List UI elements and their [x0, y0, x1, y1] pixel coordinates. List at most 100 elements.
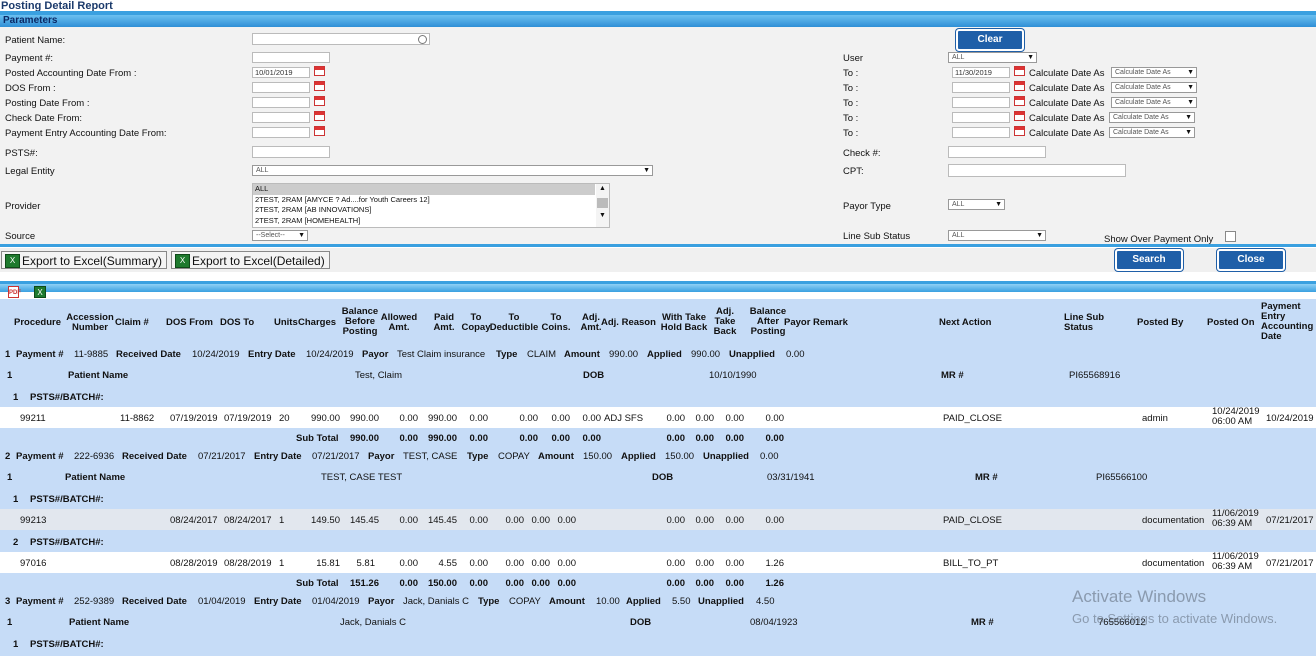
dos-to-input[interactable]	[952, 82, 1010, 93]
cell-with-take: 0.00	[666, 515, 686, 526]
check-date-to-input[interactable]	[952, 112, 1010, 123]
close-button[interactable]: Close	[1217, 249, 1285, 271]
label-source: Source	[5, 231, 36, 242]
parameters-header: Parameters	[0, 15, 1316, 27]
amount-label: Amount	[538, 451, 574, 462]
params-divider	[0, 244, 1316, 247]
dos-from-input[interactable]	[252, 82, 310, 93]
payor-type-select[interactable]: ALL	[948, 199, 1005, 210]
calc-date-as-select[interactable]: Calculate Date As	[1109, 127, 1195, 138]
subtotal-adj-take: 0.00	[695, 578, 715, 589]
payor-name: Test Claim insurance	[397, 349, 486, 360]
unapplied-label: Unapplied	[729, 349, 775, 360]
search-icon[interactable]	[418, 35, 427, 44]
calendar-icon[interactable]	[1014, 81, 1025, 91]
check-no-input[interactable]	[948, 146, 1046, 158]
legal-entity-select[interactable]: ALL	[252, 165, 653, 176]
col-units: Units	[274, 317, 298, 328]
calendar-icon[interactable]	[1014, 96, 1025, 106]
payment-index: 2	[5, 451, 11, 462]
check-date-from-input[interactable]	[252, 112, 310, 123]
calendar-icon[interactable]	[314, 111, 325, 121]
excel-icon: X	[5, 254, 20, 268]
cell-paid: 4.55	[438, 558, 458, 569]
psts-batch-label: PSTS#/BATCH#:	[30, 537, 104, 548]
patient-index: 1	[7, 617, 13, 628]
provider-option[interactable]: ALL	[253, 184, 595, 195]
calc-date-as-select[interactable]: Calculate Date As	[1111, 82, 1197, 93]
provider-option[interactable]: 2TEST, 2RAM [AMYCE ? Ad....for Youth Car…	[253, 195, 609, 206]
dob: 08/04/1923	[750, 617, 798, 628]
cell-posted-on: 11/06/2019 06:39 AM	[1212, 508, 1259, 529]
cell-dos-from: 08/28/2019	[170, 558, 218, 569]
excel-export-icon[interactable]: X	[34, 286, 46, 298]
show-over-payment-checkbox[interactable]	[1225, 231, 1236, 242]
pdf-export-icon[interactable]: PDF	[8, 286, 21, 298]
received-date: 07/21/2017	[198, 451, 246, 462]
calendar-icon[interactable]	[314, 66, 325, 76]
cpt-input[interactable]	[948, 164, 1126, 177]
payment-entry-to-input[interactable]	[952, 127, 1010, 138]
line-sub-status-select[interactable]: ALL	[948, 230, 1046, 241]
unapplied-label: Unapplied	[698, 596, 744, 607]
cell-posted-on: 11/06/2019 06:39 AM	[1212, 551, 1259, 572]
cell-next-action: PAID_CLOSE	[943, 515, 1002, 526]
payment-number: 11-9885	[74, 349, 109, 360]
label-payment-no: Payment #:	[5, 53, 54, 64]
patient-name: Test, Claim	[355, 370, 402, 381]
subtotal-with-take: 0.00	[666, 578, 686, 589]
received-date-label: Received Date	[122, 596, 187, 607]
batch-index: 2	[13, 537, 19, 548]
payment-no-input[interactable]	[252, 52, 330, 63]
cell-allowed: 0.00	[399, 558, 419, 569]
amount-label: Amount	[549, 596, 585, 607]
source-select[interactable]: --Select--	[252, 230, 308, 241]
subtotal-adj-take: 0.00	[695, 433, 715, 444]
provider-option[interactable]: 2TEST, 2RAM [AB INNOVATIONS]	[253, 205, 609, 216]
calc-date-as-select[interactable]: Calculate Date As	[1111, 97, 1197, 108]
amount: 150.00	[583, 451, 613, 462]
cell-paid: 145.45	[427, 515, 457, 526]
calc-date-as-select[interactable]: Calculate Date As	[1109, 112, 1195, 123]
calendar-icon[interactable]	[1014, 126, 1025, 136]
cell-balance-before: 145.45	[349, 515, 379, 526]
col-accession: Accession Number	[66, 312, 114, 333]
subtotal-copay: 0.00	[469, 433, 489, 444]
calc-date-as-select[interactable]: Calculate Date As	[1111, 67, 1197, 78]
search-button[interactable]: Search	[1115, 249, 1183, 271]
subtotal-paid: 990.00	[427, 433, 457, 444]
label-to: To :	[843, 128, 859, 139]
label-patient-name: Patient Name:	[5, 35, 66, 46]
calendar-icon[interactable]	[314, 126, 325, 136]
calendar-icon[interactable]	[1014, 66, 1025, 76]
provider-scrollbar[interactable]: ▲ ▼	[596, 184, 609, 227]
user-select[interactable]: ALL	[948, 52, 1037, 63]
posting-date-to-input[interactable]	[952, 97, 1010, 108]
col-dos-to: DOS To	[220, 317, 255, 328]
col-adj-take: Adj. Take Back	[713, 306, 737, 337]
mr-label: MR #	[975, 472, 998, 483]
psts-input[interactable]	[252, 146, 330, 158]
batch-index: 1	[13, 494, 19, 505]
label-to: To :	[843, 68, 859, 79]
calendar-icon[interactable]	[314, 81, 325, 91]
provider-option[interactable]: 2TEST, 2RAM [HOMEHEALTH]	[253, 216, 609, 227]
export-summary-button[interactable]: X Export to Excel(Summary)	[1, 251, 168, 269]
label-check-date-from: Check Date From:	[5, 113, 83, 124]
payment-index: 1	[5, 349, 11, 360]
provider-listbox[interactable]: ALL 2TEST, 2RAM [AMYCE ? Ad....for Youth…	[252, 183, 610, 228]
calendar-icon[interactable]	[1014, 111, 1025, 121]
patient-name-label: Patient Name	[68, 370, 129, 381]
payment-index: 3	[5, 596, 11, 607]
cell-charges: 15.81	[316, 558, 340, 569]
posted-acct-to-input[interactable]: 11/30/2019	[952, 67, 1010, 78]
patient-name-input[interactable]	[252, 33, 430, 45]
clear-button[interactable]: Clear	[956, 29, 1024, 51]
posting-date-from-input[interactable]	[252, 97, 310, 108]
posted-acct-from-input[interactable]: 10/01/2019	[252, 67, 310, 78]
payment-entry-from-input[interactable]	[252, 127, 310, 138]
label-posting-date-from: Posting Date From :	[5, 98, 90, 109]
calendar-icon[interactable]	[314, 96, 325, 106]
payor-name: TEST, CASE	[403, 451, 458, 462]
export-detailed-button[interactable]: X Export to Excel(Detailed)	[171, 251, 330, 269]
